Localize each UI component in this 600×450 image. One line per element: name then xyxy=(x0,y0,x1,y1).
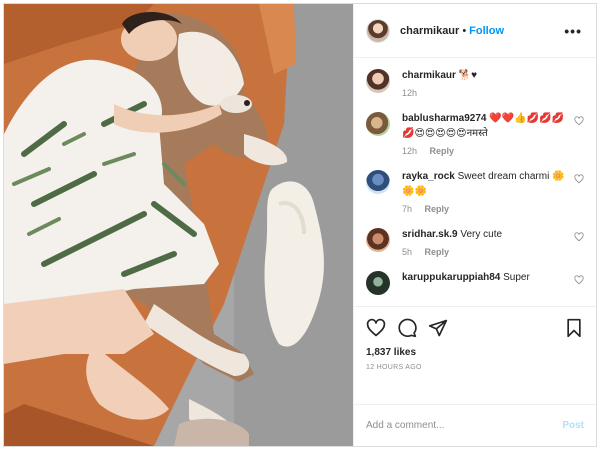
likes-count[interactable]: 1,837 likes xyxy=(366,347,584,358)
heart-icon[interactable] xyxy=(366,318,386,338)
post-actions: 1,837 likes 12 HOURS AGO xyxy=(354,306,596,404)
caption: charmikaur 🐕♥ 12h xyxy=(366,68,584,98)
comment-text: Super xyxy=(503,272,530,283)
paper-plane-icon[interactable] xyxy=(428,318,448,338)
caption-username[interactable]: charmikaur xyxy=(402,70,456,81)
comment-time[interactable]: 5h xyxy=(402,247,412,257)
post-side-panel: charmikaur • Follow ••• charmikaur 🐕♥ 12… xyxy=(353,4,596,446)
author-username[interactable]: charmikaur xyxy=(400,25,459,37)
commenter-avatar[interactable] xyxy=(366,271,390,295)
reply-button[interactable]: Reply xyxy=(430,146,455,156)
reply-button[interactable]: Reply xyxy=(425,204,450,214)
comment-input[interactable] xyxy=(366,420,563,431)
commenter-username[interactable]: karuppukaruppiah84 xyxy=(402,272,500,283)
post-comment-button[interactable]: Post xyxy=(562,420,584,431)
caption-time[interactable]: 12h xyxy=(402,88,417,98)
follow-button[interactable]: Follow xyxy=(469,25,504,37)
commenter-avatar[interactable] xyxy=(366,228,390,252)
commenter-avatar[interactable] xyxy=(366,112,390,136)
comment-like-icon[interactable] xyxy=(574,232,584,242)
bookmark-icon[interactable] xyxy=(564,318,584,338)
post-timestamp[interactable]: 12 HOURS AGO xyxy=(366,364,584,371)
comment-bubble-icon[interactable] xyxy=(397,318,417,338)
commenter-username[interactable]: rayka_rock xyxy=(402,171,455,182)
comments-list[interactable]: charmikaur 🐕♥ 12h bablusharma9274 ❤️❤️👍💋… xyxy=(354,58,596,306)
author-avatar[interactable] xyxy=(366,18,390,43)
action-icons xyxy=(366,315,584,341)
comment-item: sridhar.sk.9 Very cute 5h Reply xyxy=(366,227,584,257)
comment-item: rayka_rock Sweet dream charmi 🌼🌼🌼 7h Rep… xyxy=(366,169,584,214)
comment-like-icon[interactable] xyxy=(574,174,584,184)
commenter-username[interactable]: bablusharma9274 xyxy=(402,113,487,124)
comment-time[interactable]: 7h xyxy=(402,204,412,214)
caption-avatar[interactable] xyxy=(366,69,390,93)
commenter-username[interactable]: sridhar.sk.9 xyxy=(402,229,458,240)
instagram-post: charmikaur • Follow ••• charmikaur 🐕♥ 12… xyxy=(3,3,597,447)
post-photo[interactable] xyxy=(4,4,353,446)
comment-text: Very cute xyxy=(460,229,503,240)
photo-illustration xyxy=(4,4,353,446)
caption-text: 🐕♥ xyxy=(458,70,478,81)
comment-item: bablusharma9274 ❤️❤️👍💋💋💋💋😍😍😍😍😍नमस्ते 12h… xyxy=(366,111,584,156)
post-header: charmikaur • Follow ••• xyxy=(354,4,596,58)
header-separator: • xyxy=(462,24,467,37)
comment-item: karuppukaruppiah84 Super xyxy=(366,270,584,295)
add-comment-bar: Post xyxy=(354,404,596,446)
comment-like-icon[interactable] xyxy=(574,116,584,126)
comment-like-icon[interactable] xyxy=(574,275,584,285)
more-options-icon[interactable]: ••• xyxy=(564,23,582,39)
comment-time[interactable]: 12h xyxy=(402,146,417,156)
reply-button[interactable]: Reply xyxy=(425,247,450,257)
commenter-avatar[interactable] xyxy=(366,170,390,194)
